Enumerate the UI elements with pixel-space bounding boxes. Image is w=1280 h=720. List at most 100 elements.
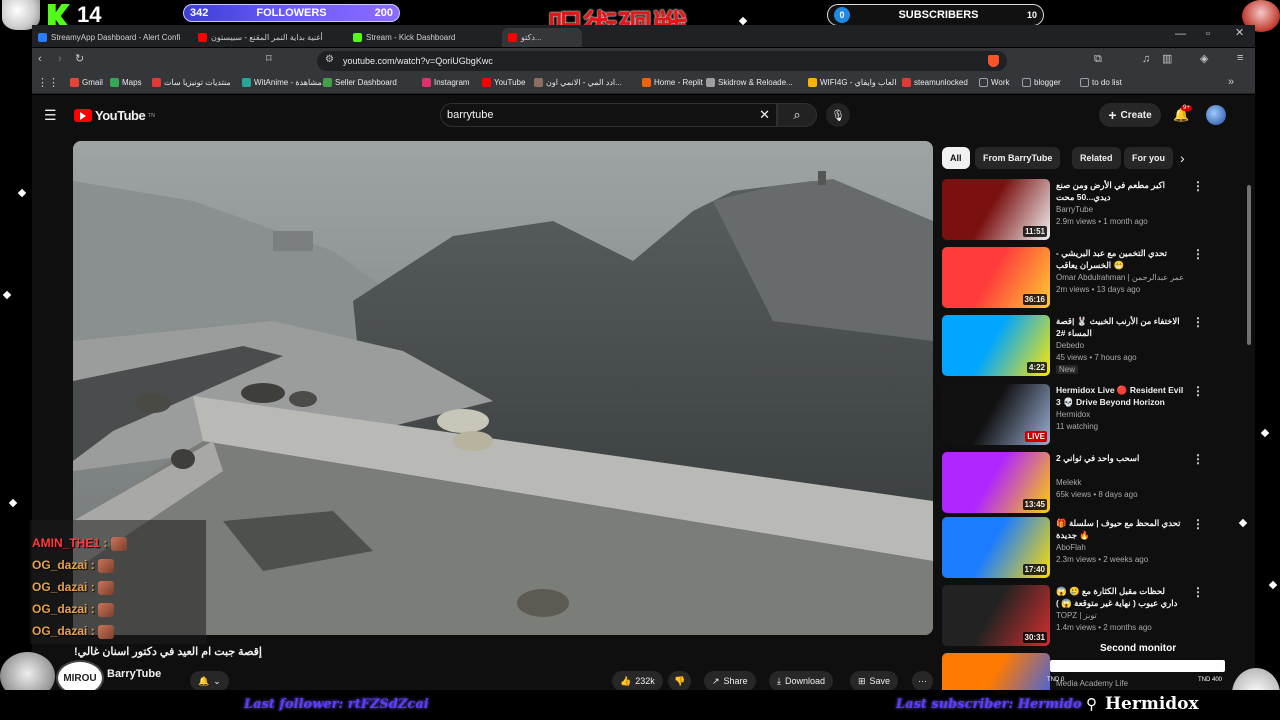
recommended-video[interactable]: 17:40 🎁 تحدي المحظ مع حيوف | سلسلة جديدة … [942, 517, 1242, 579]
channel-name[interactable]: Debedo [1056, 341, 1084, 350]
back-icon[interactable]: ‹ [38, 54, 42, 65]
more-options-icon[interactable]: ⋮ [1192, 179, 1204, 193]
more-options-icon[interactable]: ⋮ [1192, 517, 1204, 531]
channel-name[interactable]: AboFlah [1056, 543, 1086, 552]
bookmark-item[interactable]: Skidrow & Reloade... [706, 78, 793, 87]
chip-from-barrytube[interactable]: From BarryTube [975, 147, 1061, 169]
youtube-logo[interactable]: YouTube TN [74, 108, 155, 123]
channel-name[interactable]: Media Academy Life [1056, 679, 1128, 688]
address-bar[interactable]: ⚙ youtube.com/watch?v=QoriUGbgKwc [317, 51, 1007, 71]
dislike-button[interactable]: 👎 [668, 671, 692, 691]
bookmark-favicon-icon [706, 78, 715, 87]
bookmark-item[interactable]: WitAnime - مشاهدة... [242, 78, 328, 87]
bookmark-item[interactable]: Seller Dashboard [323, 78, 397, 87]
browser-tab[interactable]: أغنية بداية النمر المقنع - سبيستون [192, 28, 342, 47]
site-info-icon[interactable]: ⚙ [325, 55, 334, 65]
clear-search-icon[interactable]: ✕ [759, 107, 770, 123]
voice-search-button[interactable]: 🎙 [826, 103, 850, 127]
like-button[interactable]: 👍 232k [612, 671, 663, 691]
menu-icon[interactable]: ≡ [1237, 53, 1243, 64]
browser-tab[interactable]: StreamyApp Dashboard - Alert Confi [32, 28, 187, 47]
channel-name[interactable]: Omar Abdulrahman | عمر عبدالرحمن [1056, 273, 1184, 282]
video-title[interactable]: تحدي التخمين مع عبد البريشي - الخسران يع… [1056, 247, 1184, 271]
more-options-icon[interactable]: ⋮ [1192, 247, 1204, 261]
save-button[interactable]: ⊞ Save [850, 671, 899, 691]
share-button[interactable]: ↗ Share [704, 671, 756, 691]
channel-name[interactable]: BarryTube [107, 668, 161, 680]
maximize-icon[interactable]: ▫ [1206, 29, 1210, 40]
music-icon[interactable]: ♫ [1142, 54, 1150, 65]
download-button[interactable]: ⤓ Download [769, 671, 834, 691]
brave-shield-icon[interactable] [988, 55, 999, 67]
more-options-icon[interactable]: ⋮ [1192, 315, 1204, 329]
chips-next-icon[interactable]: › [1180, 150, 1185, 166]
video-title[interactable]: 😱 🥲 لحظات مقبل الكثارة مع داري عيوب ( نه… [1056, 585, 1184, 609]
bookmark-item[interactable]: Home - Replit [642, 78, 703, 87]
video-title[interactable]: اسحب واحد في ثواني 2 [1056, 452, 1184, 464]
video-thumbnail[interactable]: 11:51 [942, 179, 1050, 240]
more-actions-button[interactable]: ⋯ [912, 671, 933, 691]
chip-related[interactable]: Related [1072, 147, 1121, 169]
browser-tab-active[interactable]: دكتو... [502, 28, 582, 47]
channel-name[interactable]: TOPZ | توبز [1056, 611, 1097, 620]
bookmark-item[interactable]: Maps [110, 78, 142, 87]
bookmark-item[interactable]: منتديات تونيزيا سات [152, 78, 231, 87]
browser-tab[interactable]: Stream - Kick Dashboard [347, 28, 497, 47]
video-meta: 1.4m views • 2 months ago [1056, 623, 1152, 632]
video-title[interactable]: الاختفاء من الأرنب الخبيث 🐰 |قصة المساء … [1056, 315, 1184, 339]
chip-all[interactable]: All [942, 147, 970, 169]
reload-icon[interactable]: ↻ [75, 54, 84, 65]
bookmark-item[interactable]: WIFI4G - العاب وايفاي [808, 78, 896, 87]
create-button[interactable]: + Create [1099, 103, 1161, 127]
channel-name[interactable]: BarryTube [1056, 205, 1093, 214]
bookmark-item[interactable]: YouTube [482, 78, 525, 87]
bookmark-item[interactable]: to do list [1080, 78, 1122, 87]
recommended-video[interactable]: 36:16 تحدي التخمين مع عبد البريشي - الخسر… [942, 247, 1242, 309]
notify-bell-button[interactable]: 🔔 ⌄ [190, 671, 229, 691]
video-thumbnail[interactable]: 4:22 [942, 315, 1050, 376]
close-window-icon[interactable]: ✕ [1235, 28, 1244, 39]
search-button[interactable]: ⌕ [777, 103, 817, 127]
more-options-icon[interactable]: ⋮ [1192, 585, 1204, 599]
channel-name[interactable]: Hermidox [1056, 410, 1090, 419]
more-options-icon[interactable]: ⋮ [1192, 452, 1204, 466]
recommended-video[interactable]: 11:51 اكبر مطعم في الأرض ومن صنع ديدي...5… [942, 179, 1242, 241]
bookmark-item[interactable]: Instagram [422, 78, 470, 87]
account-avatar[interactable] [1206, 105, 1226, 125]
hamburger-menu-icon[interactable]: ☰ [44, 107, 57, 124]
bookmark-item[interactable]: blogger [1022, 78, 1061, 87]
video-thumbnail[interactable]: 13:45 [942, 452, 1050, 513]
video-thumbnail[interactable]: 36:16 [942, 247, 1050, 308]
recommended-video[interactable]: LIVE Hermidox Live 🔴 Resident Evil 3 💀 Dr… [942, 384, 1242, 446]
chip-for-you[interactable]: For you [1124, 147, 1173, 169]
minimize-icon[interactable]: — [1175, 29, 1186, 40]
bookmark-item[interactable]: Gmail [70, 78, 103, 87]
sidebar-icon[interactable]: ▥ [1162, 54, 1172, 65]
extensions-icon[interactable]: ⧉ [1094, 54, 1102, 65]
video-title[interactable]: Hermidox Live 🔴 Resident Evil 3 💀 Drive … [1056, 384, 1184, 408]
recommended-video[interactable]: 30:31 😱 🥲 لحظات مقبل الكثارة مع داري عيوب… [942, 585, 1242, 647]
more-bookmarks-icon[interactable]: » [1228, 77, 1234, 88]
forward-icon[interactable]: › [58, 54, 62, 65]
thumbs-up-icon: 👍 [620, 675, 632, 686]
video-title[interactable]: 🎁 تحدي المحظ مع حيوف | سلسلة جديدة 🔥 [1056, 517, 1184, 541]
bookmark-page-icon[interactable]: ⌑ [266, 54, 272, 65]
wallet-icon[interactable]: ◈ [1200, 54, 1208, 65]
video-thumbnail[interactable]: LIVE [942, 384, 1050, 445]
more-options-icon[interactable]: ⋮ [1192, 384, 1204, 398]
search-input[interactable]: barrytube ✕ [440, 103, 777, 127]
video-thumbnail[interactable]: 17:40 [942, 517, 1050, 578]
bell-icon: 🔔 [198, 675, 210, 686]
bookmark-item[interactable]: Work [979, 78, 1010, 87]
apps-grid-icon[interactable]: ⋮⋮ [37, 78, 59, 89]
folder-icon [1080, 78, 1089, 87]
video-title[interactable]: اكبر مطعم في الأرض ومن صنع ديدي...50 محت [1056, 179, 1184, 203]
recommended-video[interactable]: 4:22 الاختفاء من الأرنب الخبيث 🐰 |قصة الم… [942, 315, 1242, 377]
bookmark-item[interactable]: ادد المي - الانمي اون... [534, 78, 622, 87]
recommended-video[interactable]: 13:45 اسحب واحد في ثواني 2 Melekk 65k views… [942, 452, 1242, 514]
channel-name[interactable]: Melekk [1056, 478, 1081, 487]
subscribers-target: 10 [1026, 10, 1037, 20]
scrollbar[interactable] [1247, 185, 1251, 345]
video-thumbnail[interactable]: 30:31 [942, 585, 1050, 646]
bookmark-item[interactable]: steamunlocked [902, 78, 968, 87]
